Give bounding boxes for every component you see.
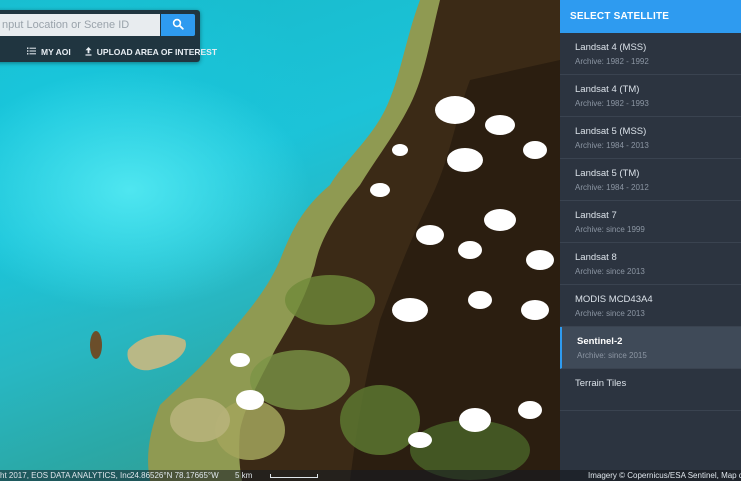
satellite-item-landsat-5-mss[interactable]: Landsat 5 (MSS) Archive: 1984 - 2013 <box>560 117 741 159</box>
satellite-item-landsat-4-tm[interactable]: Landsat 4 (TM) Archive: 1982 - 1993 <box>560 75 741 117</box>
satellite-item-landsat-8[interactable]: Landsat 8 Archive: since 2013 <box>560 243 741 285</box>
scale-label: 5 km <box>235 471 253 480</box>
satellite-item-terrain-tiles[interactable]: Terrain Tiles <box>560 369 741 411</box>
sidebar-title: SELECT SATELLITE <box>560 0 741 33</box>
search-input[interactable] <box>0 14 160 36</box>
satellite-item-landsat-4-mss[interactable]: Landsat 4 (MSS) Archive: 1982 - 1992 <box>560 33 741 75</box>
satellite-archive: Archive: since 2015 <box>577 351 647 360</box>
my-aoi-label: MY AOI <box>41 47 71 57</box>
search-icon <box>172 18 184 33</box>
satellite-name: Landsat 4 (MSS) <box>575 42 647 53</box>
satellite-archive: Archive: 1982 - 1993 <box>575 99 649 108</box>
coordinates-readout: 24.86526°N 78.17665°W <box>130 471 219 480</box>
satellite-list: Landsat 4 (MSS) Archive: 1982 - 1992 Lan… <box>560 33 741 411</box>
satellite-item-sentinel-2[interactable]: Sentinel-2 Archive: since 2015 <box>560 327 741 369</box>
list-icon <box>27 47 36 57</box>
satellite-archive: Archive: since 2013 <box>575 267 645 276</box>
copyright-text: ht 2017, EOS DATA ANALYTICS, Inc <box>0 471 131 480</box>
satellite-name: Landsat 5 (TM) <box>575 168 640 179</box>
satellite-archive: Archive: 1984 - 2012 <box>575 183 649 192</box>
search-button[interactable] <box>161 14 195 36</box>
map-status-bar: ht 2017, EOS DATA ANALYTICS, Inc 24.8652… <box>0 470 741 481</box>
satellite-archive: Archive: 1982 - 1992 <box>575 57 649 66</box>
search-panel: MY AOI UPLOAD AREA OF INTEREST <box>0 10 217 62</box>
satellite-name: Sentinel-2 <box>577 336 623 347</box>
scale-bar <box>270 474 318 478</box>
satellite-name: MODIS MCD43A4 <box>575 294 653 305</box>
satellite-archive: Archive: 1984 - 2013 <box>575 141 649 150</box>
satellite-archive: Archive: since 1999 <box>575 225 645 234</box>
my-aoi-button[interactable]: MY AOI <box>27 47 71 57</box>
satellite-item-modis-mcd43a4[interactable]: MODIS MCD43A4 Archive: since 2013 <box>560 285 741 327</box>
satellite-name: Landsat 7 <box>575 210 617 221</box>
imagery-credit: Imagery © Copernicus/ESA Sentinel, Map d… <box>588 471 741 480</box>
satellite-name: Landsat 5 (MSS) <box>575 126 647 137</box>
satellite-name: Landsat 4 (TM) <box>575 84 640 95</box>
panel-actions: MY AOI UPLOAD AREA OF INTEREST <box>0 44 217 60</box>
satellite-map[interactable] <box>0 0 560 481</box>
satellite-archive: Archive: since 2013 <box>575 309 645 318</box>
upload-icon <box>85 46 92 58</box>
satellite-item-landsat-5-tm[interactable]: Landsat 5 (TM) Archive: 1984 - 2012 <box>560 159 741 201</box>
satellite-sidebar: SELECT SATELLITE Landsat 4 (MSS) Archive… <box>560 0 741 470</box>
map-imagery <box>90 0 560 481</box>
satellite-name: Terrain Tiles <box>575 378 627 389</box>
satellite-item-landsat-7[interactable]: Landsat 7 Archive: since 1999 <box>560 201 741 243</box>
upload-aoi-button[interactable]: UPLOAD AREA OF INTEREST <box>85 46 218 58</box>
upload-aoi-label: UPLOAD AREA OF INTEREST <box>96 47 218 57</box>
satellite-name: Landsat 8 <box>575 252 617 263</box>
